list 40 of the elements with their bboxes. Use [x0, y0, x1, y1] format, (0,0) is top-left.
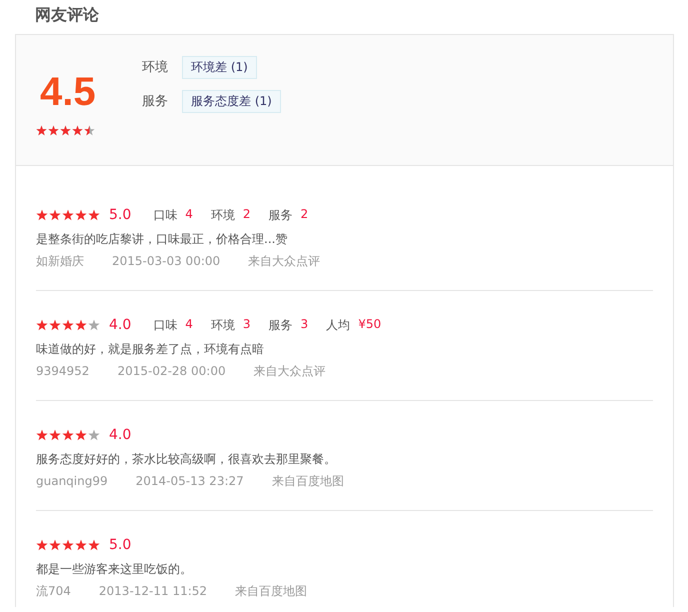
- rating-value: 4.0: [109, 427, 132, 443]
- score-value: 4: [185, 206, 193, 222]
- category-label: 服务: [142, 93, 168, 110]
- review-time: 2015-02-28 00:00: [117, 363, 226, 380]
- rating-value: 5.0: [109, 537, 132, 553]
- review-text: 味道做的好，就是服务差了点，环境有点暗: [36, 341, 265, 358]
- review-time: 2014-05-13 23:27: [136, 473, 244, 490]
- review-tag[interactable]: 服务态度差 (1): [182, 90, 281, 112]
- review-source: 来自百度地图: [235, 583, 308, 600]
- rating-value: 4.0: [109, 317, 132, 333]
- score-label: 环境: [210, 206, 235, 224]
- review-source: 来自大众点评: [254, 363, 326, 380]
- review-text: 都是一些游客来这里吃饭的。: [36, 561, 193, 578]
- score-value: 3: [300, 316, 308, 332]
- score-label: 人均: [326, 316, 350, 334]
- score-value: 4: [185, 316, 193, 332]
- score-label: 服务: [268, 206, 293, 224]
- review-time: 2013-12-11 11:52: [98, 583, 208, 600]
- user-name: 流704: [36, 583, 71, 600]
- review-time: 2015-03-03 00:00: [112, 253, 220, 270]
- user-name: 9394952: [36, 363, 90, 380]
- category-label: 环境: [142, 59, 168, 76]
- review-text: 是整条街的吃店黎讲，口味最正，价格合理...赞: [36, 231, 288, 248]
- score-label: 口味: [153, 206, 178, 224]
- section-title: 网友评论: [35, 4, 100, 26]
- user-name: 如新婚庆: [36, 253, 84, 270]
- score-value: ¥50: [358, 316, 382, 332]
- score-label: 服务: [268, 316, 293, 334]
- review-text: 服务态度好好的，茶水比较高级啊，很喜欢去那里聚餐。: [36, 451, 337, 468]
- score-label: 环境: [210, 316, 235, 334]
- user-name: guanqing99: [36, 473, 108, 490]
- rating-value: 5.0: [109, 207, 132, 223]
- review-tag[interactable]: 环境差 (1): [182, 56, 257, 78]
- review-source: 来自百度地图: [272, 473, 344, 490]
- review-source: 来自大众点评: [248, 253, 320, 270]
- score-value: 2: [300, 206, 308, 222]
- score-label: 口味: [153, 316, 178, 334]
- score-value: 2: [242, 206, 251, 222]
- average-score: 4.5: [39, 69, 97, 115]
- score-value: 3: [242, 316, 251, 332]
